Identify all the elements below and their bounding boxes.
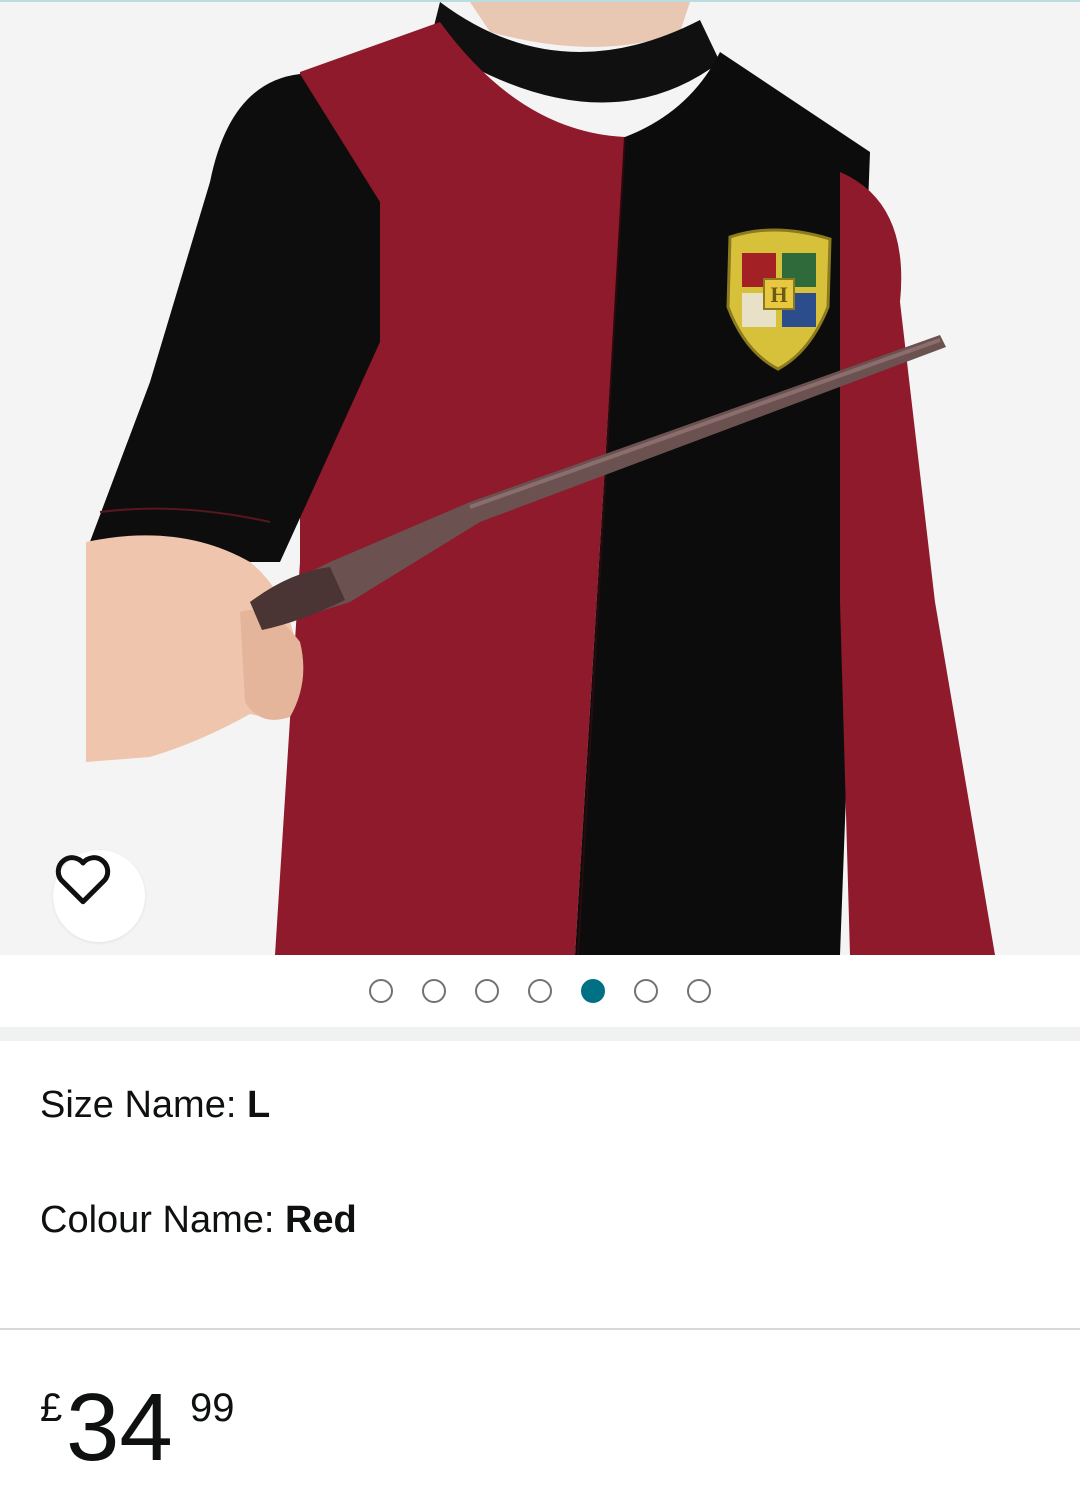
section-divider	[0, 1027, 1080, 1041]
price-fraction: 99	[190, 1386, 235, 1430]
product-image: H	[86, 2, 995, 955]
carousel-dot-7[interactable]	[687, 979, 711, 1003]
price-whole: 34	[66, 1374, 173, 1481]
colour-variation: Colour Name: Red	[40, 1198, 357, 1242]
wishlist-button[interactable]	[53, 850, 145, 942]
carousel-dot-5-active[interactable]	[581, 979, 605, 1003]
price-currency-symbol: £	[40, 1386, 63, 1430]
price-divider	[0, 1328, 1080, 1330]
product-image-gallery[interactable]: H	[0, 2, 1080, 955]
colour-label: Colour Name:	[40, 1199, 285, 1241]
size-variation: Size Name: L	[40, 1083, 270, 1127]
svg-text:H: H	[770, 282, 787, 307]
carousel-dot-2[interactable]	[422, 979, 446, 1003]
heart-outline-icon	[55, 855, 111, 905]
size-label: Size Name:	[40, 1084, 247, 1126]
carousel-dot-1[interactable]	[369, 979, 393, 1003]
carousel-dot-4[interactable]	[528, 979, 552, 1003]
size-value: L	[246, 1084, 271, 1126]
colour-value: Red	[284, 1199, 357, 1241]
image-carousel-dots	[0, 955, 1080, 1027]
carousel-dot-3[interactable]	[475, 979, 499, 1003]
carousel-dot-6[interactable]	[634, 979, 658, 1003]
